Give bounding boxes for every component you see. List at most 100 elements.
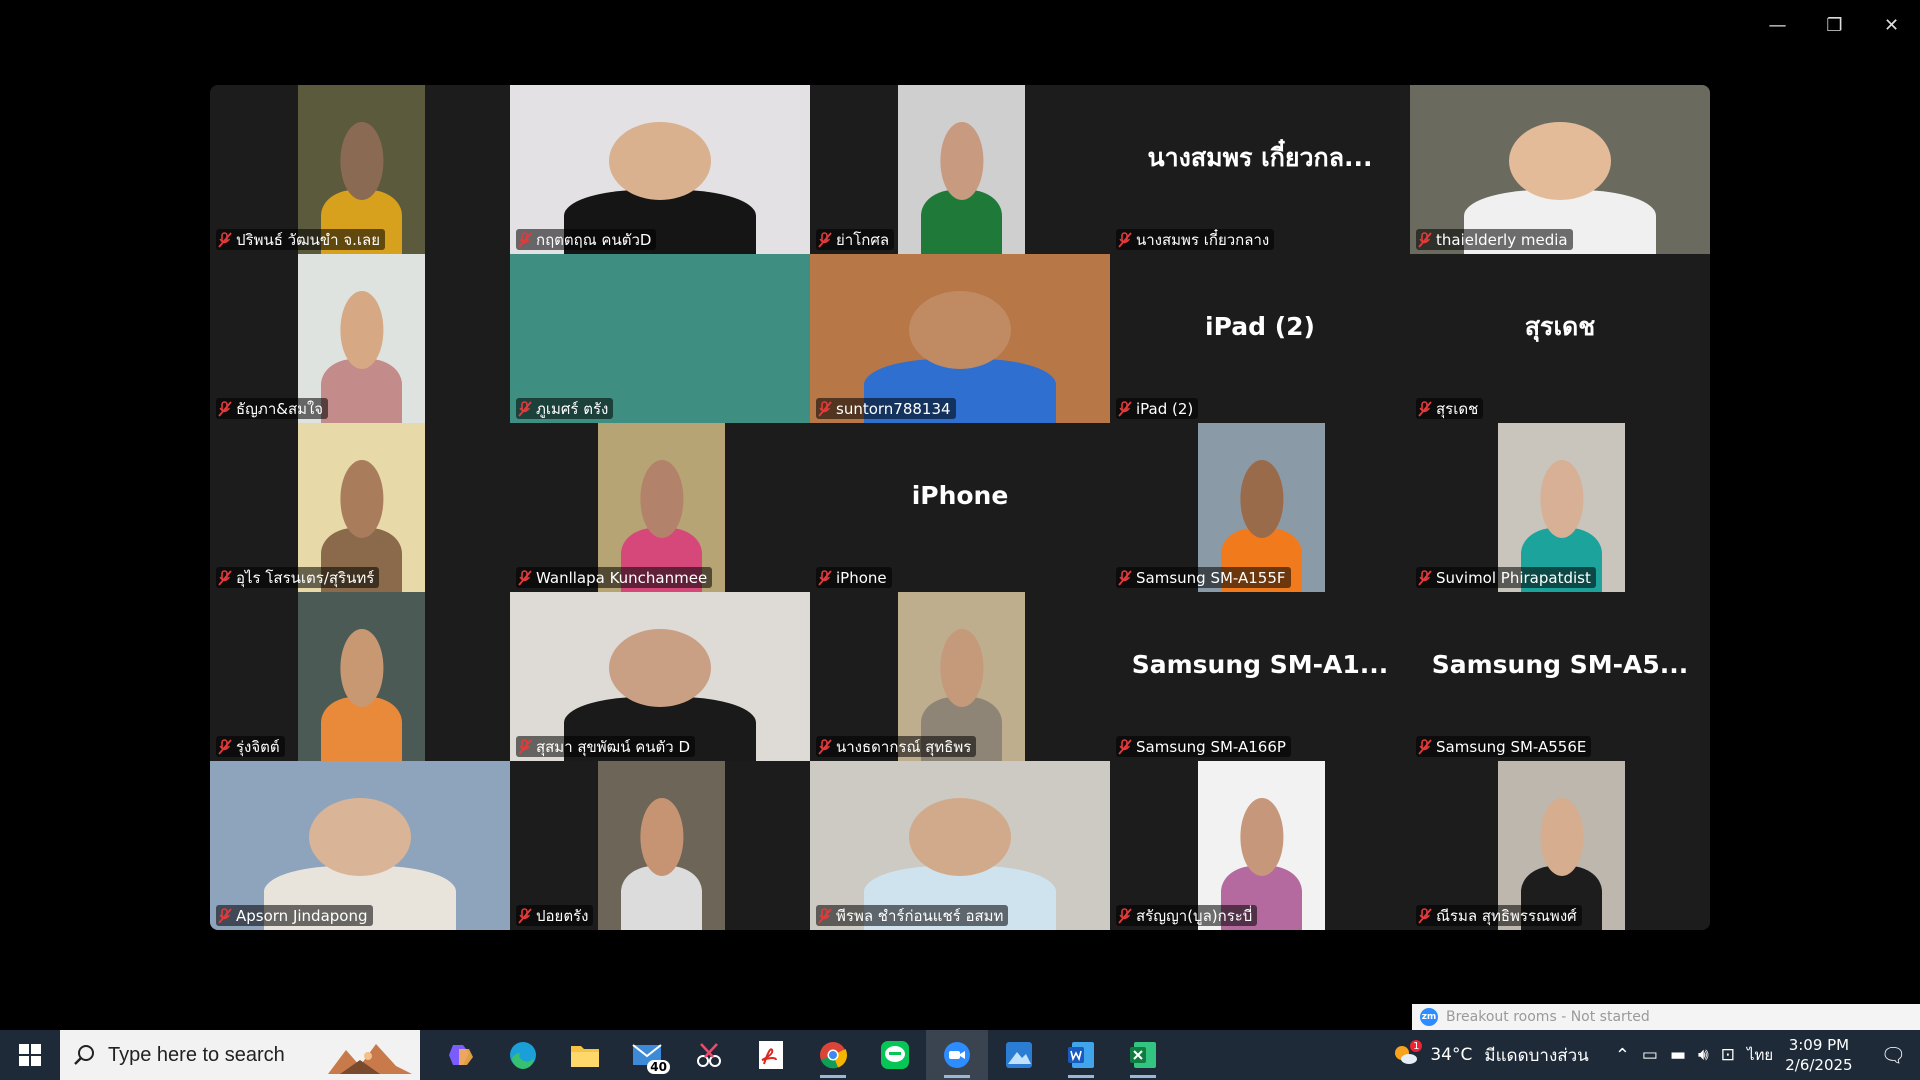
chrome-app[interactable] — [802, 1030, 864, 1080]
word-icon — [1068, 1042, 1094, 1068]
muted-mic-icon — [218, 400, 232, 417]
clock-date: 2/6/2025 — [1785, 1056, 1853, 1074]
system-tray: 1 34°C มีแดดบางส่วน ⌃ ▭ ▬ 🔊︎ ⊡ ไทย 3:09 … — [1392, 1030, 1920, 1080]
participant-tile[interactable]: อุไร โสรนเตร/สุรินทร์ — [210, 423, 510, 592]
participant-tile[interactable]: สรัญญา(บูล)กระบี่ — [1110, 761, 1410, 930]
participant-name: Apsorn Jindapong — [236, 906, 368, 925]
participant-face — [339, 629, 384, 707]
participant-tile[interactable]: iPad (2) iPad (2) — [1110, 254, 1410, 423]
participant-name-label: สุรเดช — [1416, 398, 1484, 419]
participant-face — [1509, 122, 1611, 200]
breakout-rooms-banner[interactable]: zm Breakout rooms - Not started — [1412, 1004, 1920, 1030]
weather-temperature[interactable]: 34°C — [1430, 1045, 1472, 1065]
close-button[interactable]: ✕ — [1863, 0, 1920, 50]
meet-now-icon[interactable]: ▭ — [1642, 1045, 1658, 1065]
participant-name: สรัญญา(บูล)กระบี่ — [1136, 906, 1253, 925]
participant-name: รุ่งจิตต์ — [236, 737, 280, 756]
participant-name-label: iPhone — [816, 567, 892, 588]
clock[interactable]: 3:09 PM 2/6/2025 — [1785, 1035, 1852, 1075]
weather-widget[interactable]: 1 — [1392, 1040, 1423, 1066]
participant-display-name: นางสมพร เกี๋ยวกล... — [1147, 142, 1373, 172]
participant-name-label: iPad (2) — [1116, 398, 1199, 419]
participant-tile[interactable]: ย่าโกศล — [810, 85, 1110, 254]
participant-tile[interactable]: พีรพล ชำร์ก่อนแชร์ อสมท — [810, 761, 1110, 930]
zoom-icon — [944, 1042, 970, 1068]
participant-tile[interactable]: thaielderly media — [1410, 85, 1710, 254]
participant-name-label: Samsung SM-A155F — [1116, 567, 1291, 588]
chevron-up-icon[interactable]: ⌃ — [1615, 1045, 1630, 1066]
minimize-button[interactable]: — — [1749, 0, 1806, 50]
file-explorer-app[interactable] — [554, 1030, 616, 1080]
participant-tile[interactable]: Samsung SM-A155F — [1110, 423, 1410, 592]
edge-app[interactable] — [492, 1030, 554, 1080]
muted-mic-icon — [218, 569, 232, 586]
participant-video — [898, 85, 1025, 254]
participant-tile[interactable]: สุรเดช สุรเดช — [1410, 254, 1710, 423]
participant-face — [609, 291, 711, 369]
participant-name: พีรพล ชำร์ก่อนแชร์ อสมท — [836, 906, 1004, 925]
clock-time: 3:09 PM — [1788, 1036, 1850, 1054]
participant-display-name: iPad (2) — [1205, 312, 1315, 341]
participant-tile[interactable]: iPhone iPhone — [810, 423, 1110, 592]
participant-tile[interactable]: ปอยตรัง — [510, 761, 810, 930]
participant-tile[interactable]: ธัญภา&สมใจ — [210, 254, 510, 423]
taskbar: 40 1 34°C มีแดดบางส่วน — [0, 1030, 1920, 1080]
participant-display-name: iPhone — [911, 481, 1009, 510]
participant-name: ณีรมล สุทธิพรรณพงศ์ — [1436, 906, 1577, 925]
muted-mic-icon — [1418, 907, 1432, 924]
zoom-logo-icon: zm — [1420, 1008, 1438, 1026]
participant-tile[interactable]: กฤตตฤณ คนตัวD — [510, 85, 810, 254]
acrobat-app[interactable] — [740, 1030, 802, 1080]
muted-mic-icon — [1418, 400, 1432, 417]
participant-face — [609, 629, 711, 707]
muted-mic-icon — [1418, 738, 1432, 755]
muted-mic-icon — [818, 400, 832, 417]
battery-icon[interactable]: ▬ — [1670, 1045, 1686, 1065]
participant-face — [309, 798, 411, 876]
line-app[interactable] — [864, 1030, 926, 1080]
scissors-icon — [697, 1043, 721, 1067]
zoom-app[interactable] — [926, 1030, 988, 1080]
participant-display-name: Samsung SM-A1... — [1131, 650, 1389, 679]
network-icon[interactable]: ⊡ — [1721, 1045, 1735, 1065]
mail-app[interactable]: 40 — [616, 1030, 678, 1080]
participant-tile[interactable]: ปริพนธ์ วัฒนขำ จ.เลย — [210, 85, 510, 254]
participant-tile[interactable]: suntorn788134 — [810, 254, 1110, 423]
participant-tile[interactable]: Samsung SM-A1... Samsung SM-A166P — [1110, 592, 1410, 761]
weather-description[interactable]: มีแดดบางส่วน — [1484, 1042, 1588, 1069]
participant-face — [339, 291, 384, 369]
participant-tile[interactable]: Wanllapa Kunchanmee — [510, 423, 810, 592]
notifications-icon[interactable]: 🗨︎ — [1881, 1043, 1906, 1067]
participant-face — [939, 122, 984, 200]
photos-app[interactable] — [988, 1030, 1050, 1080]
start-button[interactable] — [0, 1030, 60, 1080]
taskbar-search[interactable] — [60, 1030, 420, 1080]
copilot-app[interactable] — [430, 1030, 492, 1080]
excel-icon — [1130, 1042, 1156, 1068]
participant-tile[interactable]: ณีรมล สุทธิพรรณพงศ์ — [1410, 761, 1710, 930]
word-app[interactable] — [1050, 1030, 1112, 1080]
participant-tile[interactable]: Samsung SM-A5... Samsung SM-A556E — [1410, 592, 1710, 761]
participant-name: Samsung SM-A556E — [1436, 737, 1587, 756]
participant-tile[interactable]: ภูเมศร์ ตรัง — [510, 254, 810, 423]
muted-mic-icon — [218, 231, 232, 248]
participant-tile[interactable]: สุสมา สุขพัฒน์ คนตัว D — [510, 592, 810, 761]
participant-tile[interactable]: รุ่งจิตต์ — [210, 592, 510, 761]
participant-tile[interactable]: Apsorn Jindapong — [210, 761, 510, 930]
participant-tile[interactable]: นางสมพร เกี๋ยวกล... นางสมพร เกี๋ยวกลาง — [1110, 85, 1410, 254]
volume-icon[interactable]: 🔊︎ — [1698, 1045, 1709, 1065]
muted-mic-icon — [518, 569, 532, 586]
search-input[interactable] — [108, 1043, 308, 1067]
snipping-tool-app[interactable] — [678, 1030, 740, 1080]
participant-name-label: สรัญญา(บูล)กระบี่ — [1116, 905, 1258, 926]
participant-tile[interactable]: นางธดากรณ์ สุทธิพร — [810, 592, 1110, 761]
participant-display-name: Samsung SM-A5... — [1431, 650, 1689, 679]
muted-mic-icon — [218, 738, 232, 755]
restore-button[interactable]: ❐ — [1806, 0, 1863, 50]
participant-tile[interactable]: Suvimol Phirapatdist — [1410, 423, 1710, 592]
language-indicator[interactable]: ไทย — [1747, 1043, 1773, 1067]
muted-mic-icon — [518, 231, 532, 248]
excel-app[interactable] — [1112, 1030, 1174, 1080]
participant-face — [639, 798, 684, 876]
windows-logo-icon — [19, 1044, 41, 1066]
